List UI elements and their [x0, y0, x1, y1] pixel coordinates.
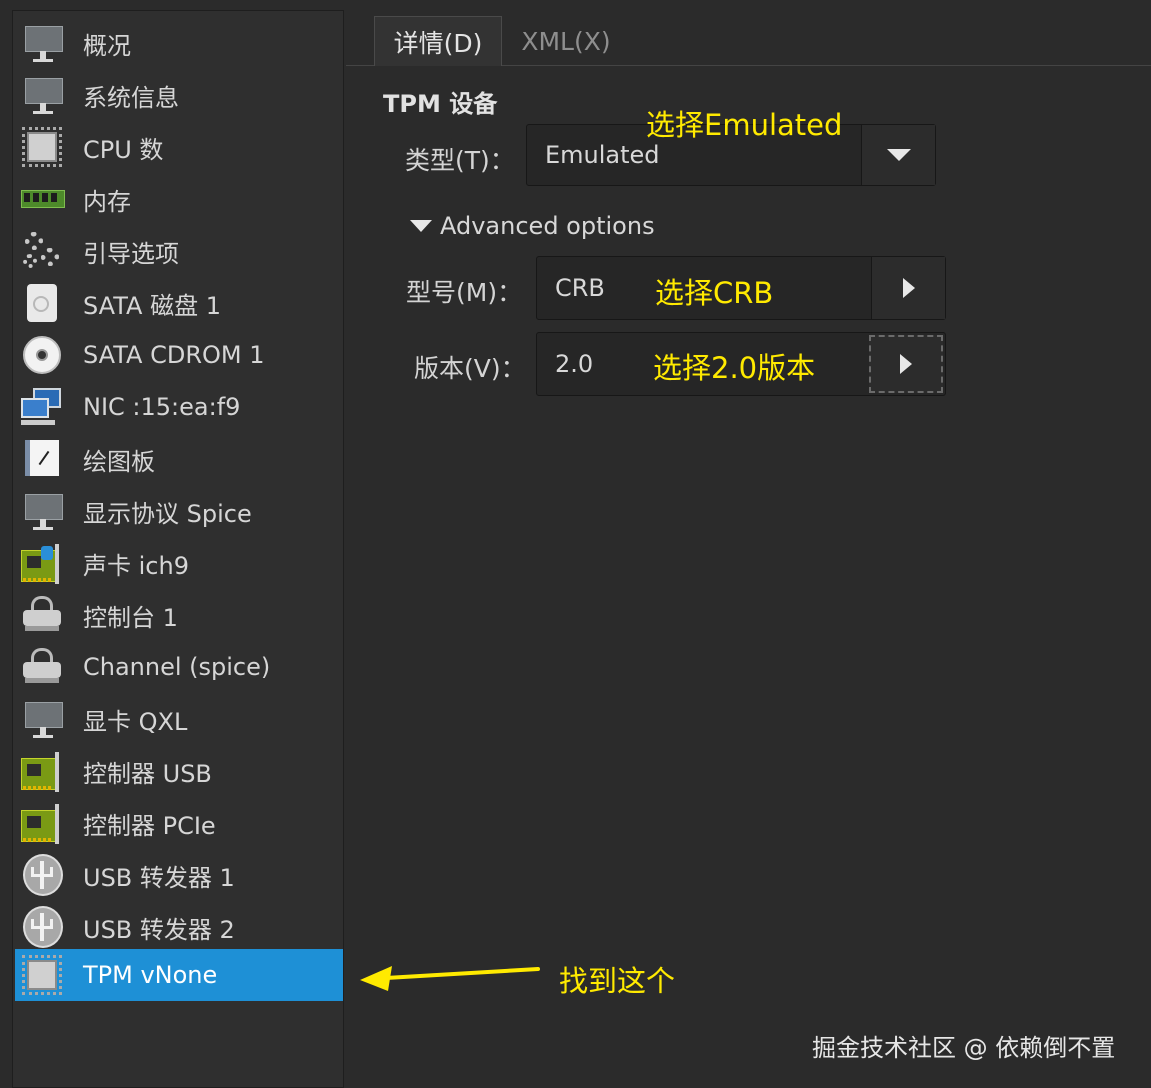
hw-item-label: 控制器 PCIe — [83, 811, 216, 840]
tab-details[interactable]: 详情(D) — [374, 16, 502, 66]
version-menu-button[interactable] — [869, 335, 943, 393]
hw-item-label: 引导选项 — [83, 239, 179, 268]
hw-item-memory[interactable]: 内存 — [15, 173, 343, 225]
hw-item-label: 绘图板 — [83, 447, 155, 476]
network-icon — [19, 384, 65, 430]
expander-down-icon — [410, 220, 432, 232]
hw-item-display-spice[interactable]: 显示协议 Spice — [15, 485, 343, 537]
chevron-down-icon — [886, 149, 911, 161]
hw-item-console[interactable]: 控制台 1 — [15, 589, 343, 641]
model-value: CRB — [555, 274, 605, 302]
hw-item-label: 系统信息 — [83, 83, 179, 112]
type-label: 类型(T)： — [405, 146, 515, 175]
tab-xml[interactable]: XML(X) — [506, 16, 626, 66]
pci-card-icon — [19, 800, 65, 846]
hw-item-nic[interactable]: NIC :15:ea:f9 — [15, 381, 343, 433]
hw-item-label: TPM vNone — [83, 961, 218, 989]
model-menu-button[interactable] — [871, 257, 945, 319]
hard-disk-icon — [19, 280, 65, 326]
tab-bar: 详情(D) XML(X) — [346, 14, 1151, 66]
hw-item-controller-usb[interactable]: 控制器 USB — [15, 745, 343, 797]
usb-icon — [19, 904, 65, 950]
hw-item-label: SATA CDROM 1 — [83, 341, 265, 369]
tablet-icon — [19, 436, 65, 482]
type-dropdown-button[interactable] — [861, 125, 935, 185]
monitor-icon — [19, 20, 65, 66]
hw-item-tablet[interactable]: 绘图板 — [15, 433, 343, 485]
hw-item-boot-options[interactable]: 引导选项 — [15, 225, 343, 277]
hw-item-label: NIC :15:ea:f9 — [83, 393, 241, 421]
hw-item-label: 声卡 ich9 — [83, 551, 189, 580]
section-title: TPM 设备 — [383, 90, 498, 118]
annotation-model: 选择CRB — [655, 276, 774, 310]
annotation-arrow-icon — [360, 966, 540, 991]
hw-item-usb-redirector-1[interactable]: USB 转发器 1 — [15, 849, 343, 901]
monitor-icon — [19, 72, 65, 118]
watermark: 掘金技术社区 @ 依赖倒不置 — [812, 1034, 1116, 1062]
advanced-options-label: Advanced options — [440, 212, 655, 240]
hw-item-label: Channel (spice) — [83, 653, 271, 681]
model-label: 型号(M)： — [406, 278, 523, 307]
hw-item-label: SATA 磁盘 1 — [83, 291, 221, 320]
sound-card-icon — [19, 540, 65, 586]
cdrom-icon — [19, 332, 65, 378]
hw-item-controller-pcie[interactable]: 控制器 PCIe — [15, 797, 343, 849]
pci-card-icon — [19, 748, 65, 794]
chevron-right-icon — [902, 278, 915, 298]
hw-item-label: 显卡 QXL — [83, 707, 188, 736]
hw-item-label: USB 转发器 2 — [83, 915, 235, 944]
hw-item-channel-spice[interactable]: Channel (spice) — [15, 641, 343, 693]
hw-item-sound[interactable]: 声卡 ich9 — [15, 537, 343, 589]
chevron-right-icon — [900, 354, 912, 374]
usb-icon — [19, 852, 65, 898]
annotation-type: 选择Emulated — [646, 108, 843, 142]
hw-item-system-info[interactable]: 系统信息 — [15, 69, 343, 121]
gears-icon — [19, 228, 65, 274]
monitor-icon — [19, 696, 65, 742]
hw-item-label: 控制台 1 — [83, 603, 178, 632]
annotation-version: 选择2.0版本 — [653, 351, 816, 385]
hw-item-usb-redirector-2[interactable]: USB 转发器 2 — [15, 901, 343, 953]
monitor-icon — [19, 488, 65, 534]
hw-item-video-qxl[interactable]: 显卡 QXL — [15, 693, 343, 745]
hw-item-cpu[interactable]: CPU 数 — [15, 121, 343, 173]
hw-item-label: 内存 — [83, 187, 131, 216]
hw-item-label: CPU 数 — [83, 135, 164, 164]
memory-icon — [19, 176, 65, 222]
cpu-chip-icon — [19, 124, 65, 170]
type-value: Emulated — [545, 141, 660, 169]
serial-icon — [19, 592, 65, 638]
hw-item-overview[interactable]: 概况 — [15, 17, 343, 69]
hw-item-label: USB 转发器 1 — [83, 863, 235, 892]
hw-item-label: 概况 — [83, 31, 131, 60]
annotation-find: 找到这个 — [559, 964, 676, 998]
hw-item-tpm[interactable]: TPM vNone — [15, 949, 343, 1001]
version-value: 2.0 — [555, 350, 594, 378]
serial-icon — [19, 644, 65, 690]
hw-item-label: 控制器 USB — [83, 759, 212, 788]
tpm-chip-icon — [19, 952, 65, 998]
version-label: 版本(V)： — [414, 354, 526, 383]
hardware-list: 概况 系统信息 CPU 数 内存 引导选项 SATA 磁盘 1 SATA CDR… — [12, 10, 344, 1088]
hw-item-sata-cdrom[interactable]: SATA CDROM 1 — [15, 329, 343, 381]
advanced-options-expander[interactable]: Advanced options — [410, 212, 655, 240]
hw-item-sata-disk[interactable]: SATA 磁盘 1 — [15, 277, 343, 329]
hw-item-label: 显示协议 Spice — [83, 499, 252, 528]
